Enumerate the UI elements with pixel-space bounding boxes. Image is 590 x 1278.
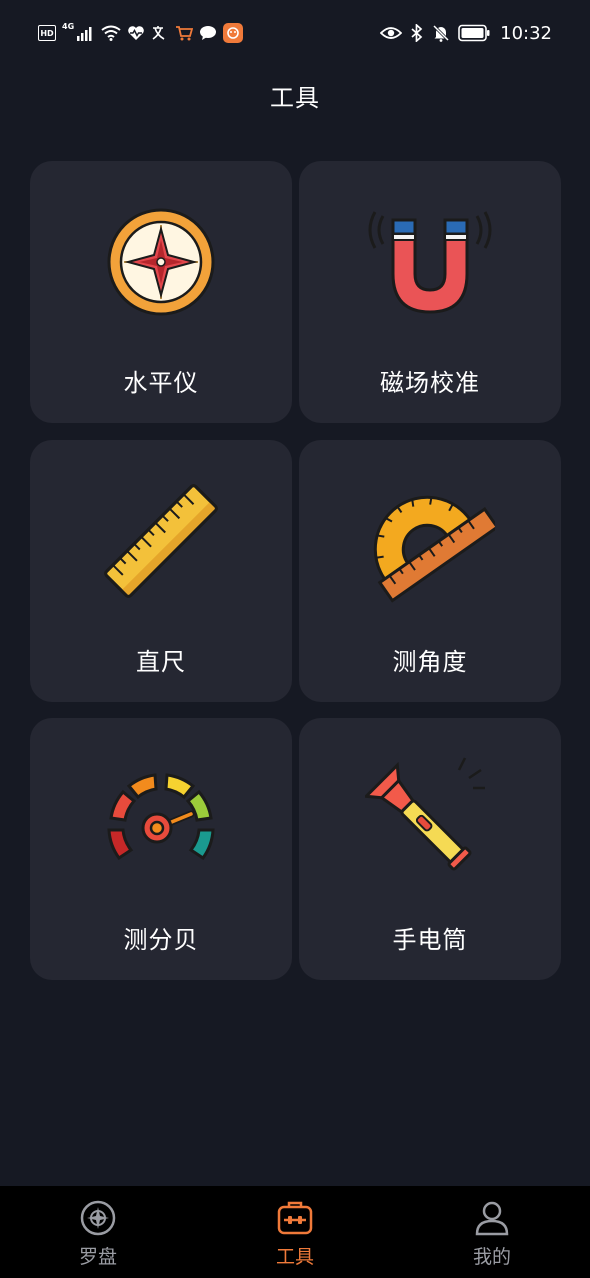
battery-icon bbox=[458, 24, 490, 42]
user-tab-icon bbox=[472, 1198, 512, 1238]
shopping-cart-icon bbox=[176, 26, 194, 41]
gauge-icon bbox=[96, 754, 226, 884]
message-icon bbox=[200, 26, 217, 40]
tab-profile[interactable]: 我的 bbox=[394, 1186, 590, 1278]
toolbox-tab-icon bbox=[275, 1198, 315, 1238]
magnet-icon bbox=[365, 197, 495, 327]
mute-bell-icon bbox=[433, 24, 450, 42]
bluetooth-icon bbox=[411, 24, 423, 42]
app-notification-icon bbox=[223, 23, 244, 43]
health-icon bbox=[128, 26, 144, 40]
tool-card-level[interactable]: 水平仪 bbox=[30, 161, 292, 423]
status-left: HD 4G bbox=[38, 22, 244, 44]
tool-card-label: 手电筒 bbox=[392, 926, 468, 954]
compass-tab-icon bbox=[78, 1198, 118, 1238]
status-right: 10:32 bbox=[380, 22, 552, 44]
tab-compass[interactable]: 罗盘 bbox=[0, 1186, 196, 1278]
tab-label: 罗盘 bbox=[78, 1246, 117, 1268]
tab-label: 我的 bbox=[472, 1246, 511, 1268]
tool-card-label: 水平仪 bbox=[123, 369, 199, 397]
tool-card-label: 测分贝 bbox=[123, 926, 199, 954]
tool-card-label: 直尺 bbox=[136, 648, 186, 676]
eye-icon bbox=[380, 27, 403, 39]
tool-card-label: 磁场校准 bbox=[380, 369, 480, 397]
bottom-tab-bar: 罗盘 工具 我的 bbox=[0, 1186, 590, 1278]
protractor-icon bbox=[365, 476, 495, 606]
flashlight-icon bbox=[365, 754, 495, 884]
tool-card-flashlight[interactable]: 手电筒 bbox=[299, 718, 561, 980]
status-time: 10:32 bbox=[500, 22, 552, 44]
compass-icon bbox=[96, 197, 226, 327]
tab-label: 工具 bbox=[275, 1246, 314, 1268]
tool-card-magnet-calibration[interactable]: 磁场校准 bbox=[299, 161, 561, 423]
network-type: 4G bbox=[62, 22, 75, 31]
cell-signal-icon bbox=[77, 27, 92, 41]
tool-card-decibel[interactable]: 测分贝 bbox=[30, 718, 292, 980]
tab-tools[interactable]: 工具 bbox=[197, 1186, 393, 1278]
tool-card-label: 测角度 bbox=[392, 648, 468, 676]
wifi-icon bbox=[101, 25, 121, 41]
status-bar: HD 4G 10:32 bbox=[0, 0, 590, 66]
tool-card-angle[interactable]: 测角度 bbox=[299, 440, 561, 702]
hd-badge: HD bbox=[38, 25, 56, 41]
translate-icon bbox=[152, 26, 165, 40]
page-title: 工具 bbox=[270, 84, 320, 112]
tool-card-ruler[interactable]: 直尺 bbox=[30, 440, 292, 702]
ruler-icon bbox=[96, 476, 226, 606]
